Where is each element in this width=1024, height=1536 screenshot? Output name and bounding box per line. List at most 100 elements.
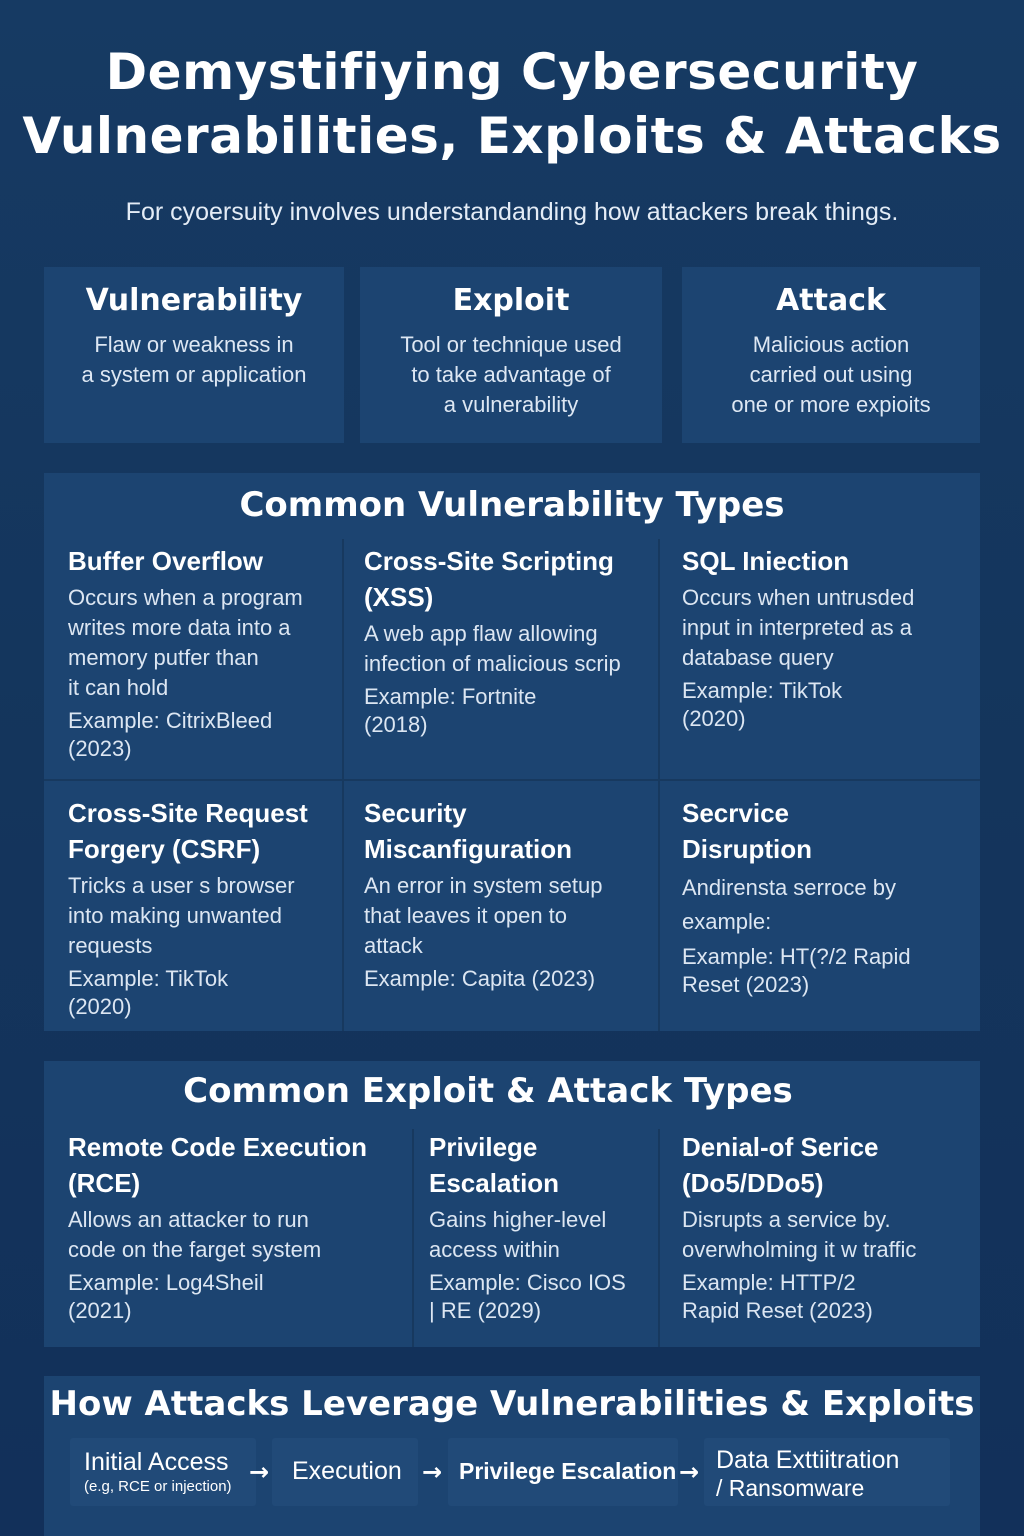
heading-line: Cross-Site Request xyxy=(68,798,308,828)
desc-line: code on the farget system xyxy=(68,1237,322,1262)
heading-line: (XSS) xyxy=(364,582,434,612)
section-title: How Attacks Leverage Vulnerabilities & E… xyxy=(49,1384,975,1424)
example-line: (2020) xyxy=(682,706,746,731)
desc-line: database query xyxy=(682,645,834,670)
item-heading: Security Miscanfiguration xyxy=(364,795,656,867)
desc-line: into making unwanted xyxy=(68,903,283,928)
item-heading: Buffer Overflow xyxy=(68,546,264,576)
page-subtitle: For cyoersuity involves understandanding… xyxy=(125,198,899,226)
example-line: Example: Capita (2023) xyxy=(364,966,596,991)
example-line: Example: Cisco IOS xyxy=(429,1270,626,1295)
example-line: Example: CitrixBleed xyxy=(68,708,273,733)
column-divider xyxy=(658,539,660,1031)
flow-step-sublabel: / Ransomware xyxy=(716,1475,865,1501)
example-line: Example: Fortnite xyxy=(364,684,537,709)
definition-line: Flaw or weakness in xyxy=(94,332,294,357)
definition-heading: Exploit xyxy=(452,283,570,318)
heading-line: Denial-of Serice xyxy=(682,1132,879,1162)
definition-heading: Attack xyxy=(776,283,886,318)
item-example: Example: Capita (2023) xyxy=(364,965,656,993)
item-example: Example: TikTok (2020) xyxy=(68,965,340,1021)
item-description: An error in system setup that leaves it … xyxy=(364,871,656,961)
definition-heading: Vulnerability xyxy=(85,283,303,318)
item-heading: Privilege Escalation xyxy=(429,1129,655,1201)
heading-line: Security xyxy=(364,798,467,828)
item-description: Tricks a user s browser into making unwa… xyxy=(68,871,340,961)
definition-card-vulnerability: Vulnerability Flaw or weakness in a syst… xyxy=(44,267,344,443)
desc-line: memory putfer than xyxy=(68,645,259,670)
example-line: (2021) xyxy=(68,1298,132,1323)
definition-line: a vulnerability xyxy=(443,392,579,417)
vuln-item-csrf: Cross-Site Request Forgery (CSRF) Tricks… xyxy=(68,795,340,1021)
exploit-item-rce: Remote Code Execution (RCE) Allows an at… xyxy=(68,1129,408,1325)
example-line: Example: HTTP/2 xyxy=(682,1270,856,1295)
item-description: Gains higher-level access within xyxy=(429,1205,655,1265)
vuln-item-sql-injection: SQL Iniection Occurs when untrusded inpu… xyxy=(682,543,972,733)
exploit-attack-types-section: Common Exploit & Attack Types Remote Cod… xyxy=(44,1061,980,1347)
desc-line: access within xyxy=(429,1237,560,1262)
title-line-1: Demystifiying Cybersecurity xyxy=(105,43,919,101)
item-example: Example: Log4Sheil (2021) xyxy=(68,1269,408,1325)
item-description: Allows an attacker to run code on the fa… xyxy=(68,1205,408,1265)
item-description: Andirensta serroce by example: xyxy=(682,871,972,939)
heading-line: Cross-Site Scripting xyxy=(364,546,614,576)
heading-line: Forgery (CSRF) xyxy=(68,834,261,864)
desc-line: overwholming it w traffic xyxy=(682,1237,917,1262)
desc-line: requests xyxy=(68,933,153,958)
heading-line: (Do5/DDo5) xyxy=(682,1168,824,1198)
vuln-item-security-misconfiguration: Security Miscanfiguration An error in sy… xyxy=(364,795,656,993)
example-line: Rapid Reset (2023) xyxy=(682,1298,873,1323)
desc-line: Occurs when a program xyxy=(68,585,303,610)
item-heading: SQL Iniection xyxy=(682,546,850,576)
desc-line: A web app flaw allowing xyxy=(364,621,598,646)
vuln-item-xss: Cross-Site Scripting (XSS) A web app fla… xyxy=(364,543,656,739)
definition-line: Malicious action xyxy=(752,332,910,357)
definition-line: a system or application xyxy=(81,362,307,387)
item-heading: Denial-of Serice (Do5/DDo5) xyxy=(682,1129,974,1201)
vuln-item-buffer-overflow: Buffer Overflow Occurs when a program wr… xyxy=(68,543,340,763)
example-line: Example: HT(?/2 Rapid xyxy=(682,944,911,969)
heading-line: Escalation xyxy=(429,1168,560,1198)
flow-step-label: Privilege Escalation xyxy=(459,1458,677,1484)
desc-line: attack xyxy=(364,933,423,958)
column-divider xyxy=(412,1129,414,1347)
example-line: Example: TikTok xyxy=(682,678,843,703)
desc-line: Disrupts a service by. xyxy=(682,1207,891,1232)
exploit-item-dos: Denial-of Serice (Do5/DDo5) Disrupts a s… xyxy=(682,1129,974,1325)
heading-line: Disruption xyxy=(682,834,812,864)
definition-line: one or more expioits xyxy=(731,392,931,417)
flow-step-execution: Execution xyxy=(272,1438,418,1506)
item-example: Example: HT(?/2 Rapid Reset (2023) xyxy=(682,943,972,999)
example-line: (2020) xyxy=(68,994,132,1019)
definitions-row: Vulnerability Flaw or weakness in a syst… xyxy=(44,267,980,443)
definition-card-attack: Attack Malicious action carried out usin… xyxy=(682,267,980,443)
desc-line: it can hold xyxy=(68,675,169,700)
heading-line: Remote Code Execution xyxy=(68,1132,368,1162)
example-line: | RE (2029) xyxy=(429,1298,542,1323)
example-line: (2023) xyxy=(68,736,132,761)
item-description: Occurs when untrusded input in interpret… xyxy=(682,583,972,673)
desc-line: that leaves it open to xyxy=(364,903,568,928)
column-divider xyxy=(658,1129,660,1347)
flow-step-label: Data Exttiitration xyxy=(716,1446,900,1474)
item-heading: Secrvice Disruption xyxy=(682,795,972,867)
item-example: Example: HTTP/2 Rapid Reset (2023) xyxy=(682,1269,974,1325)
heading-line: (RCE) xyxy=(68,1168,141,1198)
flow-step-initial-access: Initial Access (e.g, RCE or injection) xyxy=(70,1438,256,1506)
flow-step-sublabel: (e.g, RCE or injection) xyxy=(84,1478,232,1495)
page-title: Demystifiying Cybersecurity Vulnerabilit… xyxy=(0,40,1024,168)
flow-step-label: Execution xyxy=(292,1457,402,1485)
heading-line: Miscanfiguration xyxy=(364,834,573,864)
desc-line: infection of malicious scrip xyxy=(364,651,621,676)
item-heading: Cross-Site Request Forgery (CSRF) xyxy=(68,795,340,867)
flow-arrow-icon: → xyxy=(679,1458,700,1486)
definition-card-exploit: Exploit Tool or technique used to take a… xyxy=(360,267,662,443)
desc-line: Occurs when untrusded xyxy=(682,585,915,610)
flow-arrow-icon: → xyxy=(249,1458,270,1486)
row-divider xyxy=(44,779,980,781)
definition-line: Tool or technique used xyxy=(400,332,622,357)
desc-line: writes more data into a xyxy=(68,615,291,640)
item-heading: Remote Code Execution (RCE) xyxy=(68,1129,408,1201)
desc-line: Tricks a user s browser xyxy=(68,873,295,898)
item-example: Example: Cisco IOS | RE (2029) xyxy=(429,1269,655,1325)
